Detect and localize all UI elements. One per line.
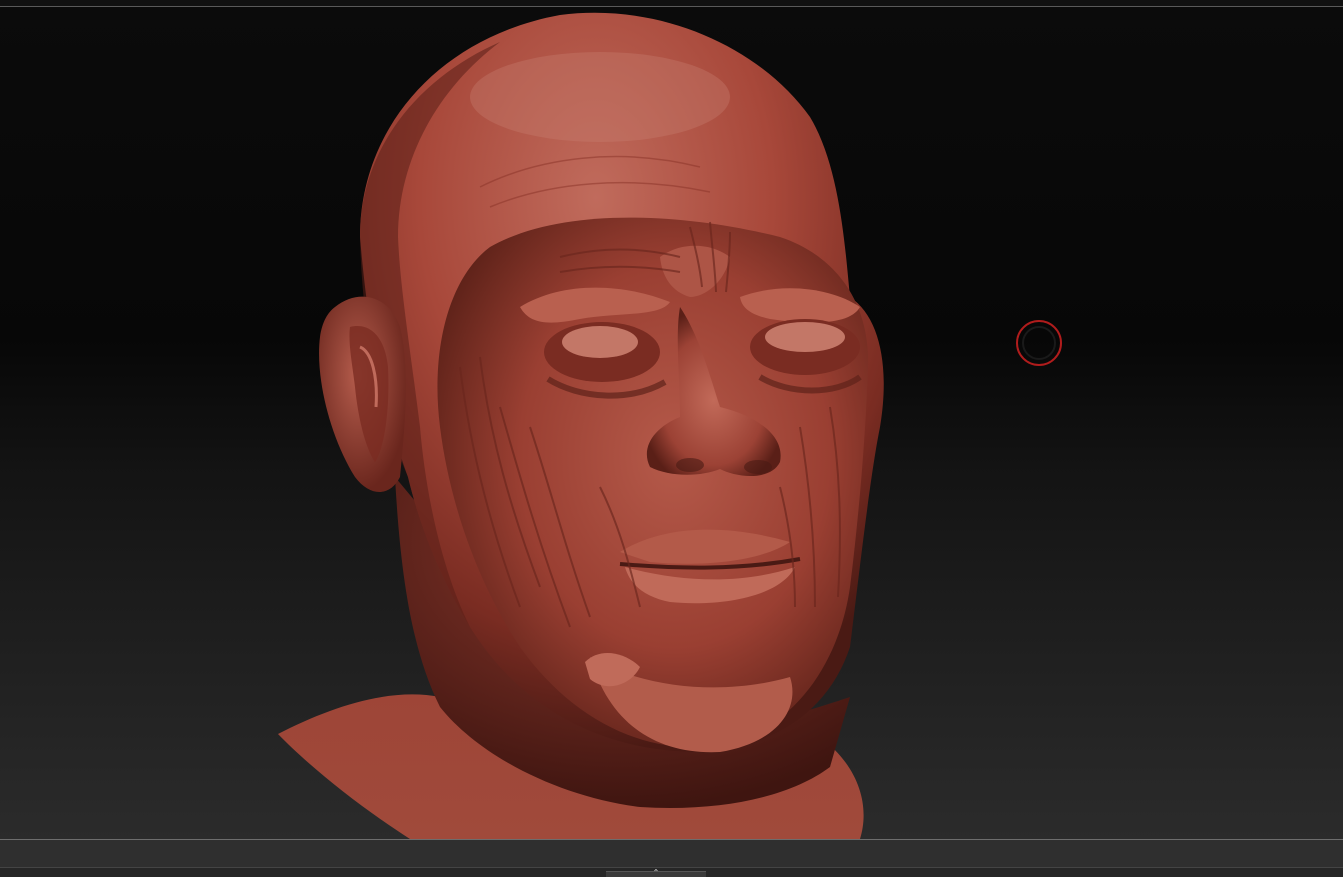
sculpt-canvas[interactable]	[0, 7, 1343, 839]
top-toolbar-edge	[0, 0, 1343, 7]
collapse-toggle-icon: ⌃	[652, 868, 660, 877]
ear-mesh	[319, 296, 406, 492]
zbrush-workspace: ⌃	[0, 0, 1343, 877]
bottom-shelf	[0, 839, 1343, 868]
brush-circle-icon	[1016, 320, 1062, 366]
skull-highlight	[470, 52, 730, 142]
bottom-tray-toggle[interactable]: ⌃	[606, 868, 706, 877]
brush-cursor[interactable]	[1015, 319, 1063, 367]
sculpt-viewport[interactable]	[0, 7, 1343, 839]
